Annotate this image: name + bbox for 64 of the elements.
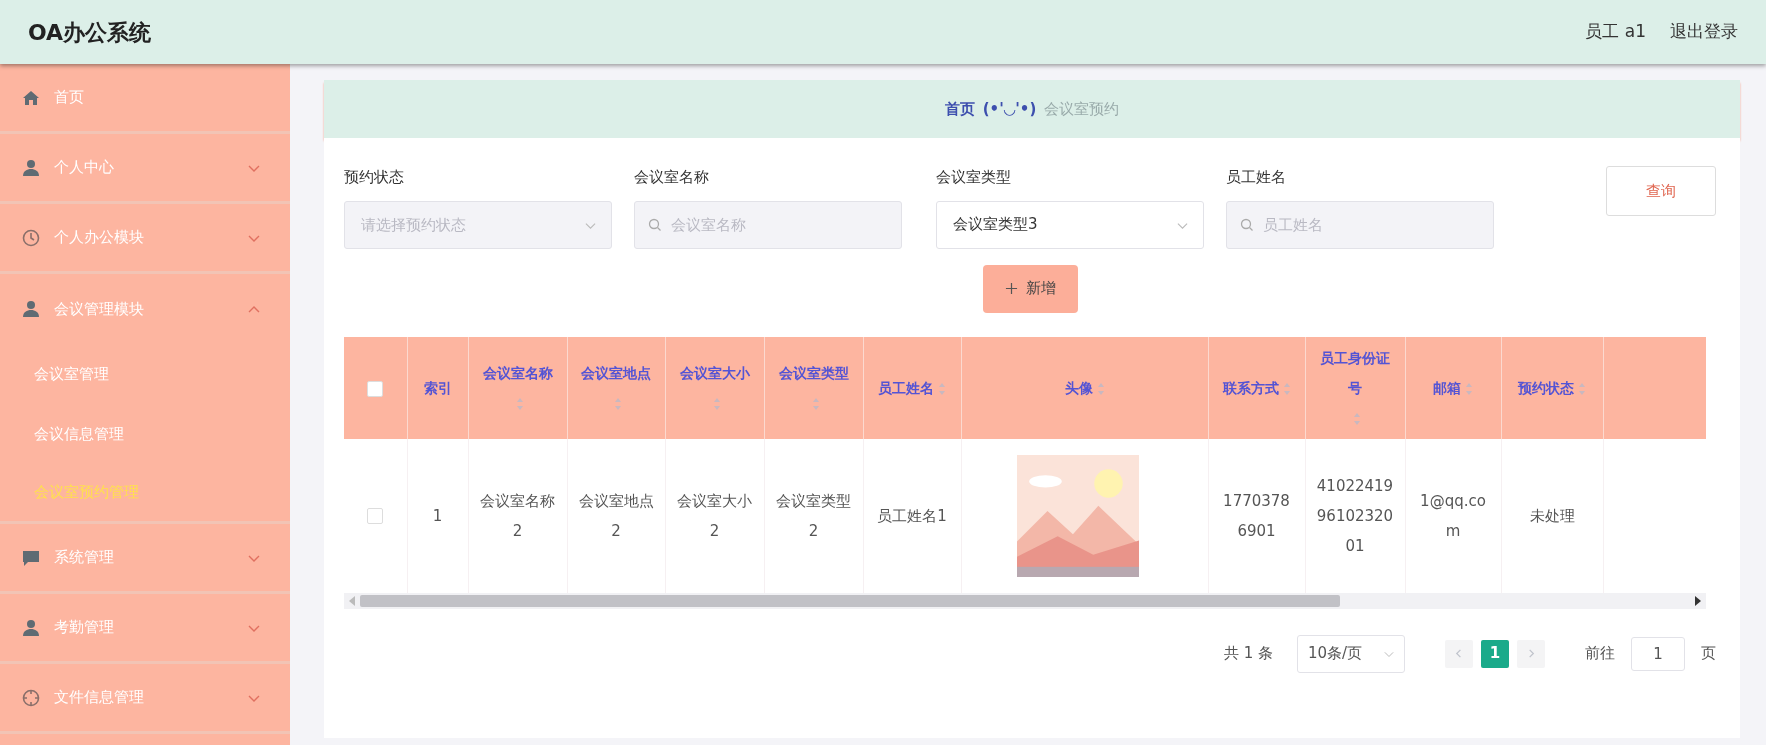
scroll-right-icon[interactable] <box>1694 595 1702 606</box>
table-cell: 会议室名称2 <box>480 491 555 540</box>
add-button[interactable]: 新增 <box>982 264 1078 313</box>
sort-icon <box>515 396 524 411</box>
plus-icon <box>1004 282 1018 295</box>
search-field[interactable]: 会议室名称 <box>634 200 902 249</box>
table-cell: 410224199610232001 <box>1316 476 1394 555</box>
home-icon <box>22 88 40 107</box>
clock-icon <box>22 228 40 247</box>
search-icon <box>1240 217 1254 232</box>
column-header[interactable]: 邮箱 <box>1433 372 1461 403</box>
compass-icon <box>22 688 40 707</box>
breadcrumb-current: 会议室预约 <box>1044 98 1120 120</box>
user-icon <box>22 158 40 177</box>
search-icon <box>648 217 662 232</box>
total-count: 共 1 条 <box>1223 643 1273 665</box>
table-cell: 1 <box>432 506 443 525</box>
sort-icon <box>1282 381 1291 396</box>
row-checkbox[interactable] <box>367 508 384 524</box>
sort-icon <box>712 396 721 411</box>
sort-icon <box>614 396 622 411</box>
table-cell: 会议室大小2 <box>677 491 752 540</box>
page-suffix: 页 <box>1701 643 1716 665</box>
filter-label: 会议室类型 <box>936 167 1012 188</box>
filter-label: 预约状态 <box>344 167 405 188</box>
table-cell: 未处理 <box>1529 506 1575 525</box>
app-title: OA办公系统 <box>28 18 152 47</box>
user-name: 员工 a1 <box>1585 20 1646 44</box>
column-header[interactable]: 联系方式 <box>1222 372 1279 403</box>
sort-icon <box>811 396 820 411</box>
sort-icon <box>1578 381 1586 396</box>
sort-icon <box>1353 411 1361 426</box>
column-header[interactable]: 索引 <box>423 372 452 403</box>
sort-icon <box>938 381 946 396</box>
page-number-field[interactable]: 1 <box>1631 636 1685 671</box>
sort-icon <box>1465 381 1473 396</box>
query-button[interactable]: 查询 <box>1606 166 1716 216</box>
horizontal-scrollbar[interactable] <box>344 592 1706 609</box>
table-cell: 员工姓名1 <box>877 506 947 525</box>
table-cell: 会议室地点2 <box>578 491 654 540</box>
table-cell: 17703786901 <box>1223 491 1290 540</box>
scrollbar-thumb[interactable] <box>360 594 1340 607</box>
user-icon <box>22 300 40 318</box>
breadcrumb-separator: (•'◡'•) <box>982 98 1037 120</box>
select-field[interactable]: 会议室类型3 <box>936 200 1204 249</box>
column-header[interactable]: 头像 <box>1064 372 1093 403</box>
next-page-button[interactable] <box>1517 639 1545 668</box>
breadcrumb-home-link[interactable]: 首页 <box>944 97 975 121</box>
scroll-left-icon[interactable] <box>348 595 356 606</box>
previous-page-button[interactable] <box>1445 639 1473 668</box>
select-all-checkbox[interactable] <box>367 380 384 397</box>
page-button[interactable]: 1 <box>1481 639 1509 668</box>
table-cell: 1@qq.com <box>1420 491 1486 540</box>
sort-icon <box>1096 381 1105 396</box>
goto-label: 前往 <box>1585 643 1615 665</box>
logout-link[interactable]: 退出登录 <box>1670 19 1738 45</box>
user-icon <box>22 618 40 637</box>
filter-label: 会议室名称 <box>634 167 710 188</box>
page-size-select[interactable]: 10条/页 <box>1297 634 1405 673</box>
chat-icon <box>22 548 40 567</box>
column-header[interactable]: 预约状态 <box>1518 372 1574 403</box>
filter-label: 员工姓名 <box>1226 167 1287 188</box>
column-header[interactable]: 员工姓名 <box>878 372 934 403</box>
table-cell: 会议室类型2 <box>776 491 851 540</box>
